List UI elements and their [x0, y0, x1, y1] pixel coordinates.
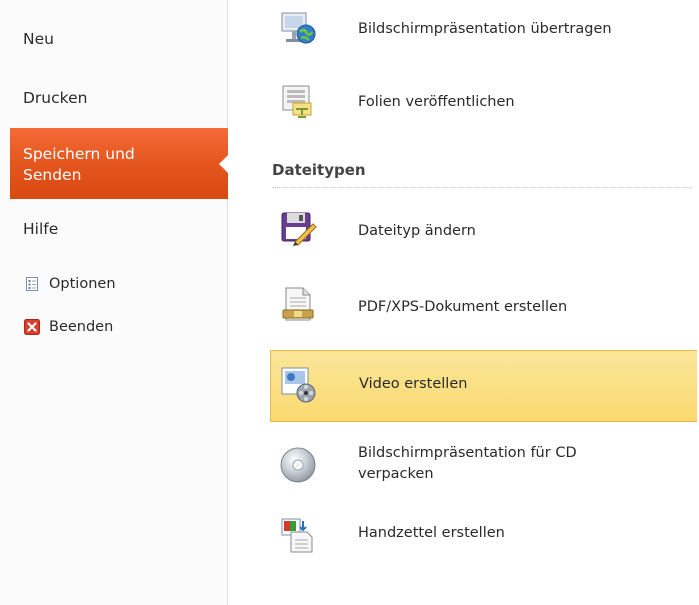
sidebar-item-label: Hilfe [23, 220, 59, 238]
option-change-file-type[interactable]: Dateityp ändern [270, 208, 697, 254]
broadcast-globe-icon [279, 10, 317, 48]
sidebar-item-optionen[interactable]: Optionen [24, 273, 116, 295]
option-label: Bildschirmpräsentation übertragen [358, 21, 612, 37]
section-divider [272, 187, 692, 188]
option-create-handouts[interactable]: Handzettel erstellen [270, 510, 697, 560]
sidebar-item-label: Drucken [23, 89, 88, 107]
pdf-document-icon [279, 286, 317, 324]
handout-document-icon [279, 516, 317, 554]
sidebar-item-neu[interactable]: Neu [10, 22, 228, 56]
backstage-sidebar: Neu Drucken Speichern und Senden Hilfe O… [0, 0, 229, 605]
sidebar-item-beenden[interactable]: Beenden [24, 316, 113, 338]
exit-red-x-icon [24, 319, 40, 335]
section-title-dateitypen: Dateitypen [272, 161, 366, 179]
option-publish-slides[interactable]: Folien veröffentlichen [270, 79, 697, 125]
option-label: Bildschirmpräsentation für CD verpacken [358, 445, 577, 482]
option-broadcast-slideshow[interactable]: Bildschirmpräsentation übertragen [270, 6, 697, 52]
sidebar-item-speichern-und-senden[interactable]: Speichern und Senden [10, 128, 229, 199]
sidebar-sub-label: Beenden [49, 319, 114, 335]
sidebar-item-hilfe[interactable]: Hilfe [10, 212, 228, 246]
options-document-icon [24, 276, 40, 292]
option-label: PDF/XPS-Dokument erstellen [358, 299, 568, 315]
sidebar-sub-label: Optionen [49, 276, 116, 292]
selection-notch-indicator [219, 153, 229, 174]
option-label: Handzettel erstellen [358, 525, 505, 541]
option-package-for-cd[interactable]: Bildschirmpräsentation für CD verpacken [270, 436, 697, 496]
option-label: Folien veröffentlichen [358, 94, 515, 110]
sidebar-item-drucken[interactable]: Drucken [10, 81, 228, 115]
cd-disc-icon [279, 446, 317, 484]
option-create-video[interactable]: Video erstellen [270, 350, 697, 422]
sidebar-item-label: Neu [23, 30, 54, 48]
option-label: Dateityp ändern [358, 223, 476, 239]
save-disk-pencil-icon [279, 210, 317, 248]
video-film-reel-icon [280, 366, 318, 404]
share-options-panel: Bildschirmpräsentation übertragen Folien… [229, 0, 699, 605]
option-label: Video erstellen [359, 376, 468, 392]
option-create-pdf-xps[interactable]: PDF/XPS-Dokument erstellen [270, 284, 697, 330]
publish-slides-icon [279, 83, 317, 121]
sidebar-item-label: Speichern und Senden [23, 144, 135, 184]
